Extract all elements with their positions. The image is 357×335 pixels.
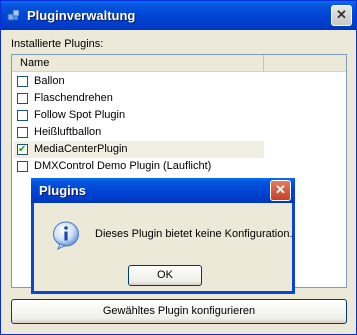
plugins-dialog: Plugins ✕ Dieses Plugin bietet keine Kon…	[31, 178, 295, 294]
close-button[interactable]: ✕	[331, 5, 352, 26]
checkbox-checked[interactable]	[17, 141, 28, 158]
list-item-label: DMXControl Demo Plugin (Lauflicht)	[34, 160, 212, 172]
checkbox[interactable]	[17, 76, 28, 87]
dialog-title-bar[interactable]: Plugins ✕	[31, 178, 295, 203]
checkbox[interactable]	[17, 127, 28, 138]
info-icon	[53, 221, 79, 250]
configure-plugin-button[interactable]: Gewähltes Plugin konfigurieren	[11, 299, 347, 324]
dialog-close-button[interactable]: ✕	[270, 180, 291, 201]
list-item[interactable]: MediaCenterPlugin	[14, 141, 264, 158]
list-item[interactable]: Heißluftballon	[14, 124, 264, 141]
list-item-label: MediaCenterPlugin	[34, 143, 128, 155]
list-header: Name	[12, 55, 346, 72]
puzzle-icon	[7, 9, 20, 21]
ok-button[interactable]: OK	[128, 265, 202, 286]
checkbox[interactable]	[17, 110, 28, 121]
list-item-label: Heißluftballon	[34, 126, 102, 138]
list-item[interactable]: Ballon	[14, 73, 264, 90]
list-item-label: Flaschendrehen	[34, 92, 113, 104]
list-item[interactable]: DMXControl Demo Plugin (Lauflicht)	[14, 158, 264, 175]
checkbox[interactable]	[17, 93, 28, 104]
list-item-label: Ballon	[34, 75, 65, 87]
dialog-title: Plugins	[39, 183, 86, 198]
column-header-name[interactable]: Name	[12, 55, 264, 71]
list-item[interactable]: Follow Spot Plugin	[14, 107, 264, 124]
list-item[interactable]: Flaschendrehen	[14, 90, 264, 107]
title-bar[interactable]: Pluginverwaltung ✕	[1, 1, 356, 30]
list-item-label: Follow Spot Plugin	[34, 109, 126, 121]
checkbox[interactable]	[17, 161, 28, 172]
installed-plugins-label: Installierte Plugins:	[11, 38, 104, 50]
window-title: Pluginverwaltung	[27, 8, 136, 23]
dialog-message: Dieses Plugin bietet keine Konfiguration…	[95, 228, 293, 240]
